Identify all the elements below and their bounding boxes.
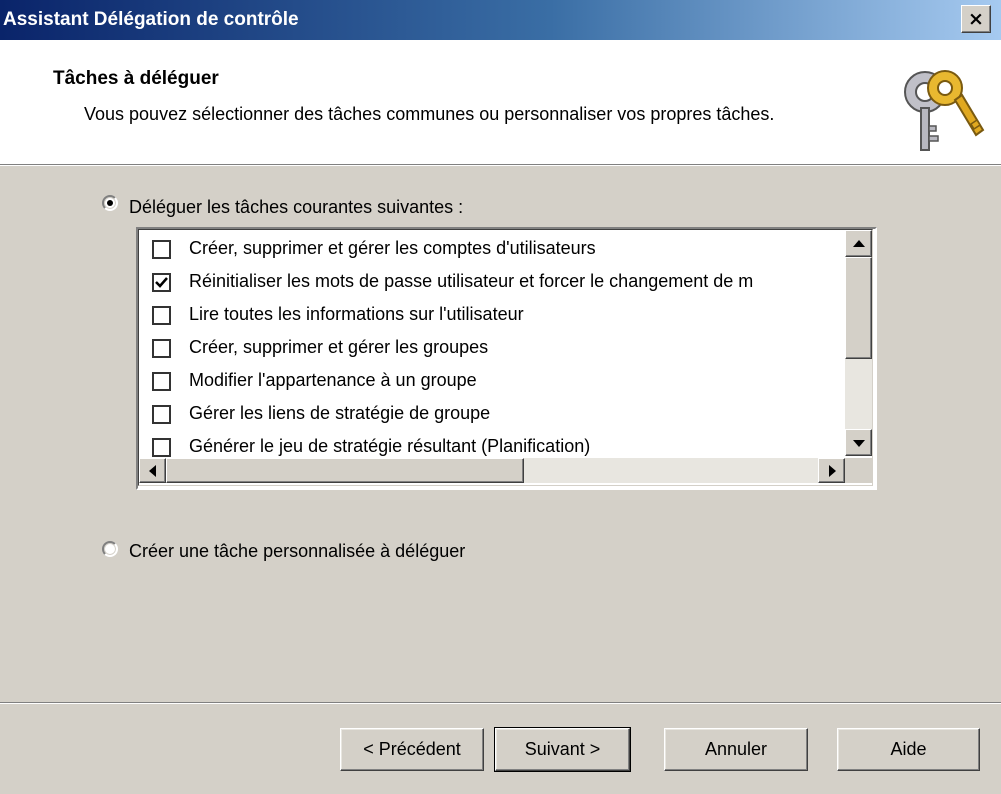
task-label: Lire toutes les informations sur l'utili… [189,304,524,324]
radio-custom-task[interactable] [102,541,118,557]
horizontal-scrollbar[interactable] [139,458,845,483]
task-checkbox[interactable] [152,405,171,424]
radio-custom-task-label[interactable]: Créer une tâche personnalisée à déléguer [129,541,465,562]
task-item-manage-groups[interactable]: Créer, supprimer et gérer les groupes [149,333,847,366]
radio-common-tasks-label[interactable]: Déléguer les tâches courantes suivantes … [129,197,463,218]
task-item-reset-passwords[interactable]: Réinitialiser les mots de passe utilisat… [149,267,847,300]
radio-common-tasks[interactable] [102,195,118,211]
arrow-right-icon [829,465,836,477]
arrow-left-icon [149,465,156,477]
task-listbox[interactable]: Créer, supprimer et gérer les comptes d'… [136,227,877,490]
task-label: Modifier l'appartenance à un groupe [189,370,477,390]
header-divider-highlight [0,165,1001,166]
close-button[interactable]: × [961,5,991,33]
back-button-label: < Précédent [363,739,461,759]
task-label: Réinitialiser les mots de passe utilisat… [189,271,754,291]
scrollbar-corner [845,458,872,483]
back-button[interactable]: < Précédent [340,728,484,771]
checkmark-icon [155,277,168,288]
title-bar: Assistant Délégation de contrôle × [0,0,1001,40]
keys-icon [904,70,985,151]
next-button[interactable]: Suivant > [494,727,631,772]
next-button-label: Suivant > [524,739,601,759]
radio-selected-dot [107,200,113,206]
help-button-label: Aide [890,739,927,759]
help-button[interactable]: Aide [837,728,980,771]
task-item-modify-membership[interactable]: Modifier l'appartenance à un groupe [149,366,847,399]
scroll-right-button[interactable] [818,458,845,483]
task-item-gpo-links[interactable]: Gérer les liens de stratégie de groupe [149,399,847,432]
vertical-scroll-thumb[interactable] [845,257,872,359]
task-checkbox[interactable] [152,240,171,259]
vertical-scrollbar[interactable] [845,230,872,456]
task-checkbox[interactable] [152,339,171,358]
page-title: Tâches à déléguer [53,68,219,89]
task-checkbox-checked[interactable] [152,273,171,292]
cancel-button[interactable]: Annuler [664,728,808,771]
task-item-create-users[interactable]: Créer, supprimer et gérer les comptes d'… [149,234,847,267]
arrow-down-icon [853,440,865,447]
task-label: Générer le jeu de stratégie résultant (P… [189,436,591,456]
page-subtitle: Vous pouvez sélectionner des tâches comm… [84,104,775,124]
scroll-up-button[interactable] [845,230,872,257]
task-item-read-user-info[interactable]: Lire toutes les informations sur l'utili… [149,300,847,333]
task-checkbox[interactable] [152,438,171,457]
horizontal-scroll-thumb[interactable] [166,458,524,483]
scroll-left-button[interactable] [139,458,166,483]
task-checkbox[interactable] [152,306,171,325]
task-list: Créer, supprimer et gérer les comptes d'… [149,234,847,462]
arrow-up-icon [853,240,865,247]
task-checkbox[interactable] [152,372,171,391]
footer-divider-highlight [0,703,1001,704]
task-label: Créer, supprimer et gérer les comptes d'… [189,238,596,258]
task-label: Créer, supprimer et gérer les groupes [189,337,489,357]
task-label: Gérer les liens de stratégie de groupe [189,403,491,423]
cancel-button-label: Annuler [704,739,768,759]
scroll-down-button[interactable] [845,429,872,456]
close-icon: × [968,8,984,30]
window-title: Assistant Délégation de contrôle [3,9,299,30]
wizard-header: Tâches à déléguer Vous pouvez sélectionn… [0,40,1001,164]
